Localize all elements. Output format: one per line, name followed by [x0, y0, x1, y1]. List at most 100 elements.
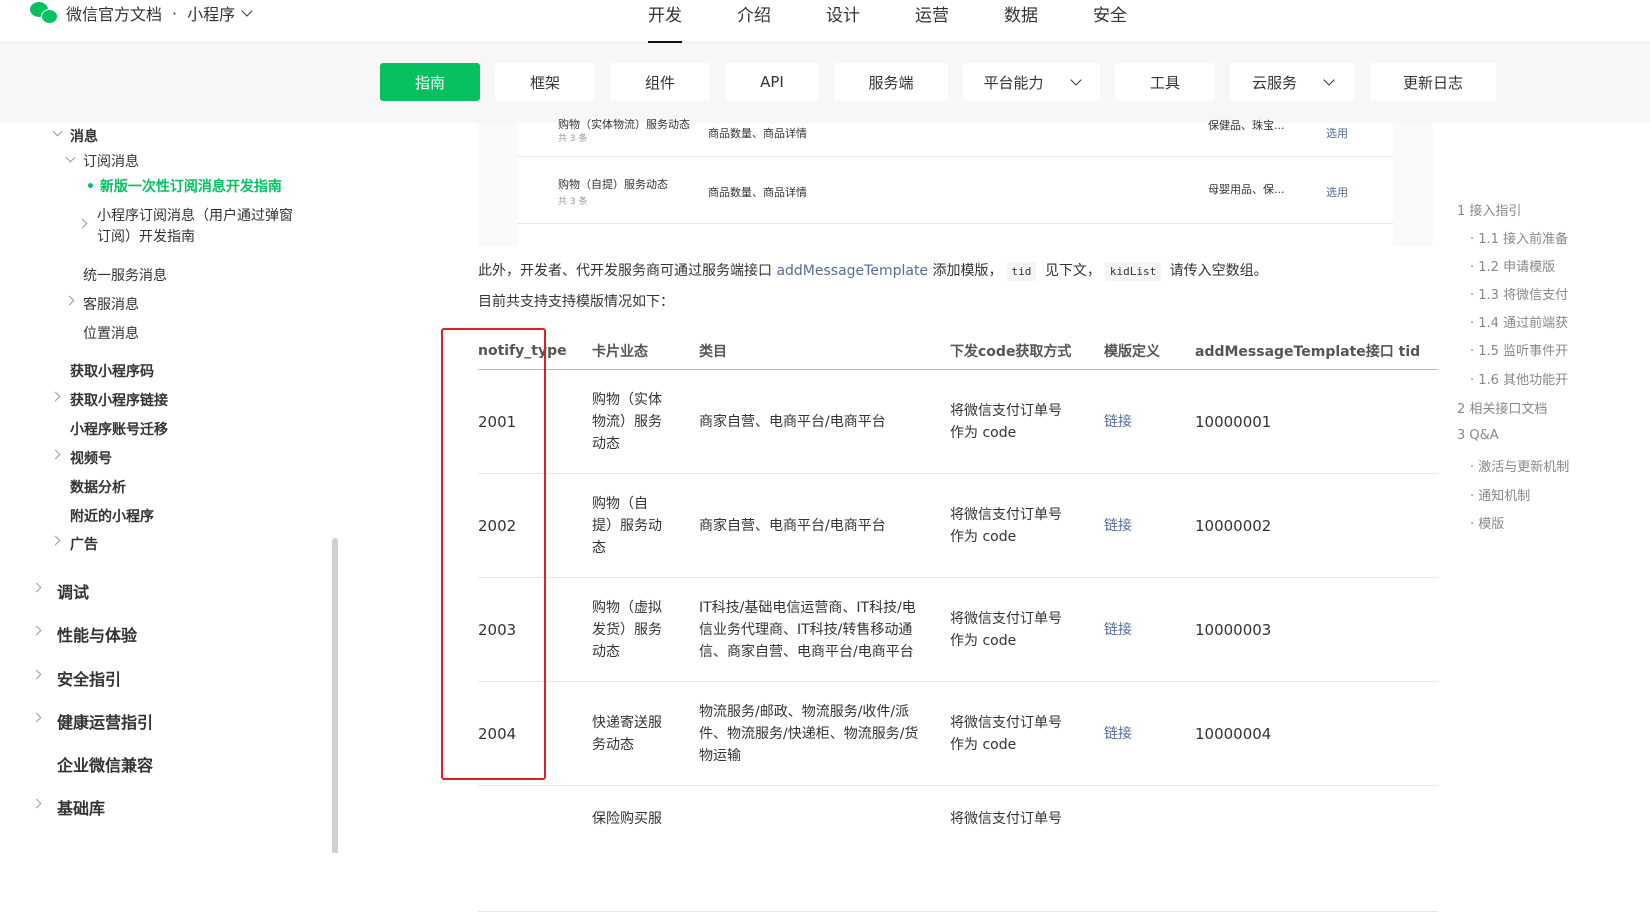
toc-item[interactable]: 2 相关接口文档 [1457, 398, 1547, 417]
sidebar-item-wecom[interactable]: 企业微信兼容 [57, 752, 153, 776]
category-cell: IT科技/基础电信运营商、IT科技/电 信业务代理商、IT科技/转售移动通 信、商家… [699, 577, 950, 682]
toc-item[interactable]: · 1.5 监听事件开 [1470, 340, 1568, 359]
toc-item[interactable]: · 激活与更新机制 [1470, 456, 1569, 475]
toc-item[interactable]: · 模版 [1470, 513, 1504, 532]
add-message-template-link[interactable]: addMessageTemplate [776, 263, 928, 279]
sidebar-item-qrcode[interactable]: 获取小程序码 [70, 361, 154, 381]
chevron-down-icon [1323, 74, 1335, 86]
biz-line: 保险购买服 [592, 811, 662, 827]
nav-item-operations[interactable]: 运营 [915, 0, 949, 43]
sidebar-item-link[interactable]: 获取小程序链接 [70, 390, 168, 410]
preview-row2-category: 商品数量、商品详情 [708, 186, 807, 199]
chevron-right-icon[interactable] [31, 625, 42, 636]
chevron-right-icon[interactable] [50, 391, 61, 402]
nav-item-develop[interactable]: 开发 [648, 0, 682, 43]
sidebar-item-analytics[interactable]: 数据分析 [70, 477, 126, 497]
intro-paragraph: 此外，开发者、代开发服务商可通过服务端接口 addMessageTemplate… [478, 260, 1268, 281]
subnav-changelog-label: 更新日志 [1402, 73, 1463, 92]
product-switcher[interactable]: 小程序 [187, 1, 253, 25]
toc-item[interactable]: · 1.1 接入前准备 [1470, 228, 1568, 247]
subnav-framework[interactable]: 框架 [495, 63, 595, 101]
toc-item[interactable]: · 1.2 申请模版 [1470, 256, 1555, 275]
code-cell: 将微信支付订单号 作为 code [950, 473, 1104, 578]
sidebar-item-base-library[interactable]: 基础库 [57, 795, 105, 819]
chevron-down-icon[interactable] [52, 126, 63, 137]
subnav-cloud[interactable]: 云服务 [1230, 63, 1355, 101]
subnav-api[interactable]: API [725, 63, 819, 101]
category-line: 件、物流服务/快递柜、物流服务/货 [699, 725, 919, 742]
subnav-guide[interactable]: 指南 [380, 63, 480, 101]
biz-line: 动态 [592, 435, 620, 452]
subnav-tools[interactable]: 工具 [1115, 63, 1215, 101]
tid-cell [1195, 785, 1438, 912]
category-line: 物运输 [699, 747, 741, 764]
definition-link[interactable]: 链接 [1104, 518, 1132, 534]
subnav-framework-label: 框架 [529, 73, 560, 92]
preview-row2-title: 购物（自提）服务动态 [558, 178, 668, 191]
brand[interactable]: 微信官方文档 · 小程序 [30, 0, 253, 26]
toc-item[interactable]: 3 Q&A [1457, 428, 1499, 443]
subnav-components[interactable]: 组件 [610, 63, 710, 101]
definition-link[interactable]: 链接 [1104, 622, 1132, 638]
biz-cell: 购物（自 提）服务动态 [592, 473, 699, 578]
toc-item[interactable]: · 1.3 将微信支付 [1470, 284, 1568, 303]
toc-item[interactable]: · 1.6 其他功能开 [1470, 369, 1568, 388]
chevron-right-icon[interactable] [31, 669, 42, 680]
brand-title[interactable]: 微信官方文档 [66, 1, 162, 25]
sidebar-item-channels[interactable]: 视频号 [70, 448, 112, 468]
table-row: 2003 购物（虚拟 发货）服务 动态 IT科技/基础电信运营商、IT科技/电 信业务… [478, 577, 1438, 682]
subnav-tools-label: 工具 [1149, 73, 1180, 92]
biz-line: 提）服务动 [592, 517, 662, 534]
sidebar-item-debug[interactable]: 调试 [57, 579, 89, 603]
sub-nav: 指南 框架 组件 API 服务端 平台能力 工具 云服务 更新日志 [0, 43, 1650, 123]
chevron-down-icon [1069, 74, 1082, 86]
nav-item-design[interactable]: 设计 [826, 0, 860, 43]
definition-link[interactable]: 链接 [1104, 726, 1132, 742]
sidebar-item-customer-service[interactable]: 客服消息 [83, 294, 139, 314]
sidebar-item-subscribe-guide-line2[interactable]: 订阅）开发指南 [97, 226, 195, 246]
sidebar-item-active[interactable]: • 新版一次性订阅消息开发指南 [86, 176, 282, 196]
sidebar-item-security-guide[interactable]: 安全指引 [57, 666, 121, 690]
subnav-changelog[interactable]: 更新日志 [1370, 63, 1496, 101]
toc-item[interactable]: 1 接入指引 [1457, 200, 1521, 219]
sidebar-item-performance[interactable]: 性能与体验 [57, 622, 137, 646]
preview-row1-category: 商品数量、商品详情 [708, 127, 807, 140]
code-cell: 将微信支付订单号 [950, 785, 1104, 912]
definition-cell [1104, 785, 1195, 912]
toc-item[interactable]: · 1.4 通过前端获 [1470, 312, 1568, 331]
sidebar-item-nearby[interactable]: 附近的小程序 [70, 506, 154, 526]
subnav-server[interactable]: 服务端 [834, 63, 948, 101]
sidebar-item-messages[interactable]: 消息 [70, 126, 98, 146]
sidebar-item-location[interactable]: 位置消息 [83, 323, 139, 343]
nav-item-security[interactable]: 安全 [1093, 0, 1127, 43]
definition-link[interactable]: 链接 [1104, 414, 1132, 430]
table-row: 2002 购物（自 提）服务动态 商家自营、电商平台/电商平台 将微信支付订单号作… [478, 473, 1438, 578]
subnav-platform[interactable]: 平台能力 [963, 63, 1100, 101]
sidebar-item-ads[interactable]: 广告 [70, 534, 98, 554]
chevron-down-icon[interactable] [65, 152, 76, 163]
table-row: 2001 购物（实体 物流）服务 动态 商家自营、电商平台/电商平台 将微信支付订单… [478, 369, 1438, 474]
nav-item-data[interactable]: 数据 [1004, 0, 1038, 43]
subnav-guide-label: 指南 [414, 73, 445, 92]
code-line: 将微信支付订单号 [950, 811, 1062, 827]
highlight-annotation-box [441, 328, 546, 780]
chevron-right-icon[interactable] [50, 535, 61, 546]
sidebar-item-subscribe-guide[interactable]: 小程序订阅消息（用户通过弹窗 [97, 205, 293, 225]
code-cell: 将微信支付订单号 作为 code [950, 369, 1104, 474]
chevron-right-icon[interactable] [77, 218, 88, 229]
chevron-right-icon[interactable] [31, 582, 42, 593]
chevron-right-icon[interactable] [31, 798, 42, 809]
sidebar-item-health-ops[interactable]: 健康运营指引 [57, 709, 153, 733]
top-navbar: 微信官方文档 · 小程序 开发 介绍 设计 运营 数据 安全 [0, 0, 1650, 43]
preview-row2-count: 共 3 条 [558, 197, 588, 207]
chevron-right-icon[interactable] [31, 712, 42, 723]
sidebar-item-subscribe-messages[interactable]: 订阅消息 [83, 151, 139, 171]
chevron-right-icon[interactable] [64, 295, 75, 306]
toc-item[interactable]: · 通知机制 [1470, 485, 1530, 504]
sidebar-item-account-migration[interactable]: 小程序账号迁移 [70, 419, 168, 439]
sidebar-scrollbar[interactable] [332, 538, 338, 853]
sidebar-item-unified-service[interactable]: 统一服务消息 [83, 265, 167, 285]
nav-item-intro[interactable]: 介绍 [737, 0, 771, 43]
chevron-right-icon[interactable] [50, 449, 61, 460]
category-line: 物流服务/邮政、物流服务/收件/派 [699, 703, 910, 720]
